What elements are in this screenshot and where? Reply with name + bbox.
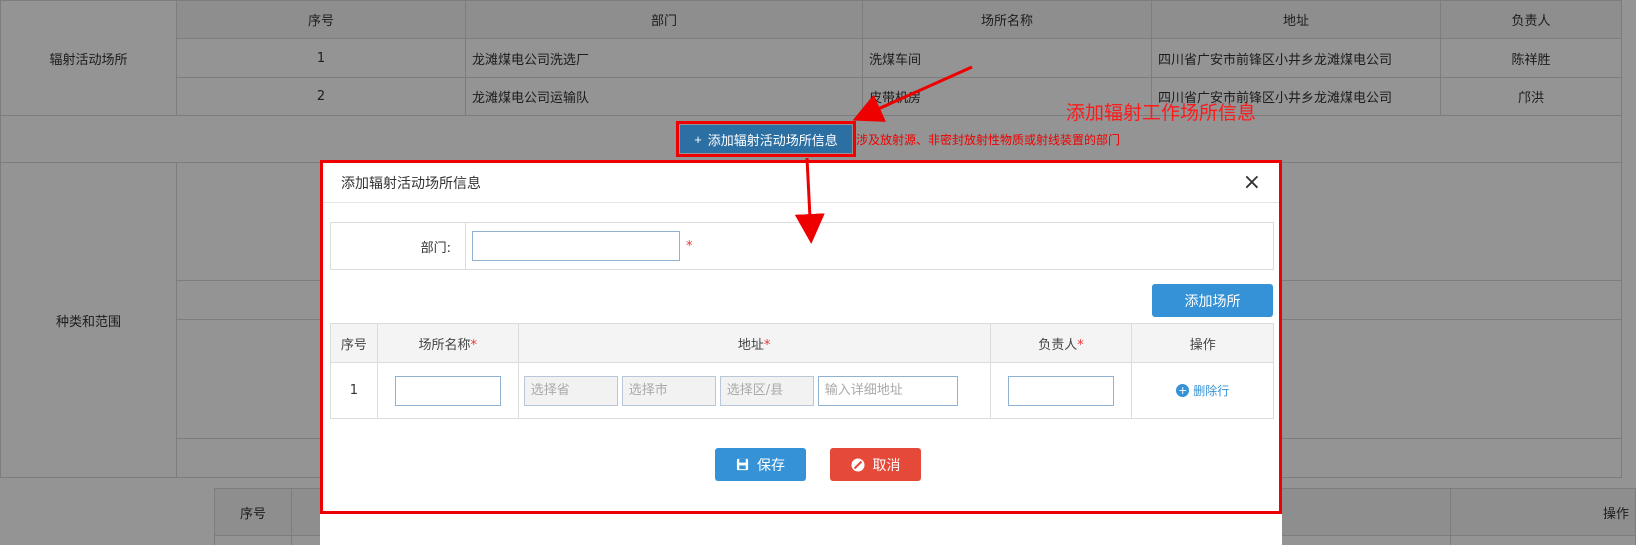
- section-label-sites: 辐射活动场所: [0, 0, 177, 116]
- bg-header-addr: 地址: [1151, 0, 1441, 39]
- bg-row-1-site: 洗煤车间: [862, 38, 1152, 78]
- modal-header: 添加辐射活动场所信息 ×: [323, 163, 1279, 203]
- dept-value-cell: *: [466, 223, 693, 269]
- province-select[interactable]: [523, 375, 618, 406]
- row-site-name-cell: [376, 362, 519, 419]
- bg-bottom-header-no: 序号: [214, 488, 292, 536]
- bg-row-2-no: 2: [176, 77, 466, 116]
- cancel-label: 取消: [872, 457, 901, 474]
- add-radiation-site-info-button[interactable]: + 添加辐射活动场所信息: [680, 125, 852, 153]
- address-detail-input[interactable]: [817, 375, 958, 406]
- add-radiation-site-info-label: 添加辐射活动场所信息: [707, 132, 838, 148]
- bg-header-owner: 负责人: [1440, 0, 1622, 39]
- annotation-label: 添加辐射工作场所信息: [1066, 102, 1257, 124]
- delete-row-link[interactable]: + 删除行: [1176, 382, 1229, 399]
- bg-row-2-dept: 龙滩煤电公司运输队: [465, 77, 863, 116]
- modal-title: 添加辐射活动场所信息: [341, 175, 481, 192]
- ban-icon: [851, 458, 864, 471]
- plus-circle-icon: +: [1176, 384, 1190, 397]
- col-header-site-name: 场所名称*: [376, 323, 519, 363]
- bg-bottom-cell-1: [214, 535, 292, 545]
- save-icon: [736, 458, 749, 471]
- plus-icon: +: [694, 131, 702, 147]
- col-header-no: 序号: [330, 323, 378, 363]
- row-owner-cell: [989, 362, 1133, 419]
- bg-row-1-no: 1: [176, 38, 466, 78]
- dept-input[interactable]: [472, 231, 680, 261]
- save-label: 保存: [757, 457, 785, 474]
- row-no: 1: [330, 362, 378, 419]
- cancel-button[interactable]: 取消: [830, 448, 921, 481]
- table-row: 1 + 删除: [330, 362, 1274, 419]
- bg-bottom-header-op: 操作: [1450, 488, 1636, 536]
- delete-row-label: 删除行: [1193, 384, 1230, 398]
- address-inputs: [519, 375, 990, 406]
- dept-required-mark: *: [686, 238, 693, 254]
- section-label-scope: 种类和范围: [0, 162, 177, 478]
- site-name-input[interactable]: [394, 375, 501, 406]
- row-address-cell: [517, 362, 991, 419]
- bg-row-1-dept: 龙滩煤电公司洗选厂: [465, 38, 863, 78]
- bg-row-1-owner: 陈祥胜: [1440, 38, 1622, 78]
- owner-input[interactable]: [1008, 375, 1114, 406]
- add-site-label: 添加场所: [1184, 293, 1241, 310]
- bg-bottom-cell-2: [1450, 535, 1636, 545]
- col-header-address: 地址*: [517, 323, 991, 363]
- add-site-modal: 添加辐射活动场所信息 × 部门: * 添加场所 序号 场所名称* 地址* 负责人…: [320, 160, 1282, 545]
- site-table: 序号 场所名称* 地址* 负责人* 操作 1 选择省 选择市 选择区/县 输入详…: [330, 323, 1274, 419]
- site-table-header-row: 序号 场所名称* 地址* 负责人* 操作: [330, 323, 1274, 363]
- bg-header-no: 序号: [176, 0, 466, 39]
- row-op-cell: + 删除行: [1131, 362, 1274, 419]
- bg-row-2-owner: 邝洪: [1440, 77, 1622, 116]
- bg-header-site: 场所名称: [862, 0, 1152, 39]
- save-button[interactable]: 保存: [715, 448, 806, 481]
- bg-row-1-addr: 四川省广安市前锋区小井乡龙滩煤电公司: [1151, 38, 1441, 78]
- col-header-op: 操作: [1131, 323, 1274, 363]
- close-icon[interactable]: ×: [1243, 171, 1261, 194]
- city-select[interactable]: [621, 375, 716, 406]
- add-button-note: 涉及放射源、非密封放射性物质或射线装置的部门: [856, 133, 1121, 147]
- dept-label: 部门:: [331, 223, 466, 269]
- bg-header-dept: 部门: [465, 0, 863, 39]
- add-site-button[interactable]: 添加场所: [1152, 284, 1273, 317]
- col-header-owner: 负责人*: [989, 323, 1133, 363]
- dept-row: 部门: *: [330, 222, 1274, 270]
- district-select[interactable]: [719, 375, 814, 406]
